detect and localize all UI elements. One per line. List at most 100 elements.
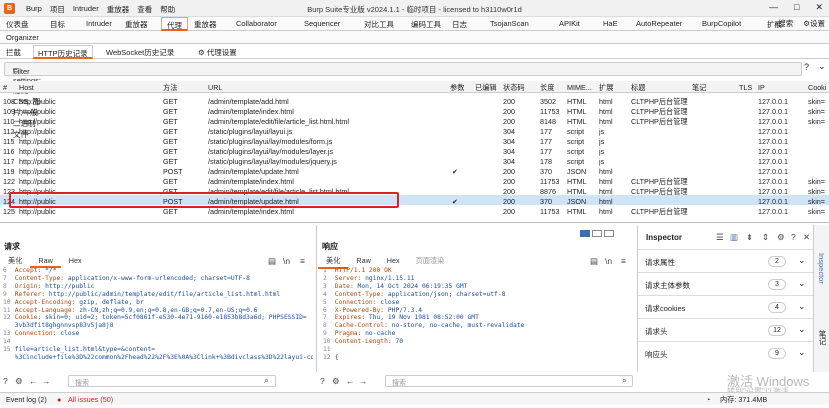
newline-icon[interactable]: \n <box>283 256 290 266</box>
header-value: gzip, deflate, br <box>75 298 144 306</box>
copy-icon[interactable]: ▤ <box>590 256 598 267</box>
newline-icon[interactable]: \n <box>605 256 612 266</box>
col-edited[interactable]: 已编辑 <box>475 83 497 93</box>
align-icon[interactable]: ⇟ <box>746 232 753 243</box>
tab-repeater-2[interactable]: 重放器 <box>194 19 217 30</box>
response-search-input[interactable]: 搜索 <box>385 375 633 387</box>
line-number: 11 <box>323 346 331 354</box>
table-row[interactable]: 119 http://public POST/admin/template/upda… <box>0 165 829 176</box>
col-url[interactable]: URL <box>208 83 222 92</box>
col-title[interactable]: 标题 <box>631 83 645 93</box>
response-settings-icon[interactable]: ⚙ <box>332 376 340 387</box>
col-length[interactable]: 长度 <box>540 83 554 93</box>
col-notes[interactable]: 笔记 <box>692 83 706 93</box>
table-row[interactable]: 110 http://public GET/admin/template/edit/… <box>0 115 829 126</box>
count-badge: 4 <box>768 302 786 313</box>
tab-sequencer[interactable]: Sequencer <box>304 19 340 28</box>
tab-repeater[interactable]: 重放器 <box>125 19 148 30</box>
list-view-icon[interactable]: ☰ <box>716 232 724 243</box>
tab-burpcopilot[interactable]: BurpCopilot <box>702 19 741 28</box>
chevron-down-icon[interactable]: ⌄ <box>818 61 826 72</box>
col-number[interactable]: # <box>3 83 7 92</box>
tab-hae[interactable]: HaE <box>603 19 618 28</box>
layout-split-icon[interactable] <box>580 230 590 237</box>
minimize-icon[interactable]: — <box>769 2 778 13</box>
proxy-settings-button[interactable]: ⚙ 代理设置 <box>198 47 237 58</box>
request-help-icon[interactable]: ? <box>3 376 8 386</box>
prev-icon[interactable]: ← <box>29 376 38 386</box>
code-line: 10 Content-Length: 70 <box>323 338 633 346</box>
side-tab-inspector[interactable]: Inspector <box>817 253 826 284</box>
layout-toggle[interactable] <box>580 230 614 237</box>
side-tab-notes[interactable]: 笔记 <box>817 330 828 345</box>
tab-autorepeater[interactable]: AutoRepeater <box>636 19 682 28</box>
inspector-item-response-headers[interactable]: 响应头 9 ⌄ <box>638 341 814 364</box>
tab-intercept[interactable]: 拦截 <box>6 47 21 58</box>
table-row[interactable]: 117 http://public GET/static/plugins/layui… <box>0 155 829 166</box>
request-settings-icon[interactable]: ⚙ <box>15 376 23 387</box>
tab-tsojanscan[interactable]: TsojanScan <box>490 19 529 28</box>
help-icon[interactable]: ? <box>791 232 796 242</box>
close-icon[interactable]: ✕ <box>803 232 810 243</box>
request-editor[interactable]: 6 Accept: */* 7 Content-Type: application… <box>3 267 313 370</box>
col-status[interactable]: 状态码 <box>503 83 525 93</box>
inspector-item-request-headers[interactable]: 请求头 12 ⌄ <box>638 318 814 341</box>
request-search-input[interactable]: 搜索 <box>68 375 276 387</box>
tab-target[interactable]: 目标 <box>50 19 65 30</box>
col-method[interactable]: 方法 <box>163 83 177 93</box>
tab-organizer[interactable]: Organizer <box>6 33 39 42</box>
tab-logger[interactable]: 日志 <box>452 19 467 30</box>
col-ip[interactable]: IP <box>758 83 765 92</box>
code-line: 1 HTTP/1.1 200 OK <box>323 267 633 275</box>
tab-dashboard[interactable]: 仪表盘 <box>6 19 29 30</box>
tab-websocket-history[interactable]: WebSocket历史记录 <box>106 47 174 58</box>
table-row[interactable]: 116 http://public GET/static/plugins/layui… <box>0 145 829 156</box>
table-row[interactable]: 115 http://public GET/static/plugins/layui… <box>0 135 829 146</box>
inspector-item-body-params[interactable]: 请求主体参数 3 ⌄ <box>638 272 814 295</box>
response-help-icon[interactable]: ? <box>320 376 325 386</box>
next-icon[interactable]: → <box>359 376 368 386</box>
col-mime[interactable]: MIME... <box>567 83 592 92</box>
code-line: 9 Referer: http://public/admin/template/… <box>3 291 313 299</box>
global-settings-button[interactable]: ⚙设置 <box>803 18 825 29</box>
event-log-link[interactable]: Event log (2) <box>6 395 47 404</box>
filter-bar[interactable]: ⛉ Filter settings: 隐藏CSS, 图片,一般二进制文件 <box>4 62 802 139</box>
header-value: close <box>56 330 80 338</box>
col-host[interactable]: Host <box>19 83 34 92</box>
split-view-icon[interactable]: ▥ <box>730 232 738 243</box>
layout-vertical-icon[interactable] <box>604 230 614 237</box>
inspector-item-cookies[interactable]: 请求cookies 4 ⌄ <box>638 295 814 318</box>
tab-proxy[interactable]: 代理 <box>161 17 188 31</box>
table-row[interactable]: 108 http://public GET/admin/template/add.h… <box>0 95 829 106</box>
next-icon[interactable]: → <box>42 376 51 386</box>
maximize-icon[interactable]: □ <box>794 2 799 13</box>
copy-icon[interactable]: ▤ <box>268 256 276 267</box>
help-icon[interactable]: ? <box>804 62 809 72</box>
table-row[interactable]: 122 http://public GET/admin/template/index… <box>0 175 829 186</box>
global-search-button[interactable]: ⌕搜索 <box>774 18 793 29</box>
prev-icon[interactable]: ← <box>346 376 355 386</box>
response-editor[interactable]: 1 HTTP/1.1 200 OK 2 Server: nginx/1.15.11… <box>323 267 633 370</box>
col-params[interactable]: 参数 <box>450 83 464 93</box>
table-row[interactable]: 112 http://public GET/static/plugins/layui… <box>0 125 829 136</box>
line-number: 3 <box>323 282 327 290</box>
all-issues-link[interactable]: All issues (50) <box>68 395 113 404</box>
gear-icon[interactable]: ⚙ <box>777 232 785 243</box>
tab-http-history[interactable]: HTTP历史记录 <box>33 45 93 59</box>
menu-icon[interactable]: ≡ <box>300 256 305 266</box>
col-cookies[interactable]: Cooki <box>808 83 826 92</box>
table-row[interactable]: 109 http://public GET/admin/template/index… <box>0 105 829 116</box>
close-icon[interactable]: ✕ <box>815 2 823 13</box>
col-tls[interactable]: TLS <box>739 83 752 92</box>
tab-collaborator[interactable]: Collaborator <box>236 19 277 28</box>
line-number: 6 <box>3 267 7 274</box>
menu-icon[interactable]: ≡ <box>621 256 626 266</box>
inspector-item-request-attributes[interactable]: 请求属性 2 ⌄ <box>638 249 814 272</box>
tab-apikit[interactable]: APIKit <box>559 19 580 28</box>
layout-horizontal-icon[interactable] <box>592 230 602 237</box>
tab-intruder[interactable]: Intruder <box>86 19 112 28</box>
expand-all-icon[interactable]: ⇕ <box>762 232 769 243</box>
col-extension[interactable]: 扩展 <box>599 83 613 93</box>
tab-decoder[interactable]: 编码工具 <box>411 19 441 30</box>
tab-comparer[interactable]: 对比工具 <box>364 19 394 30</box>
